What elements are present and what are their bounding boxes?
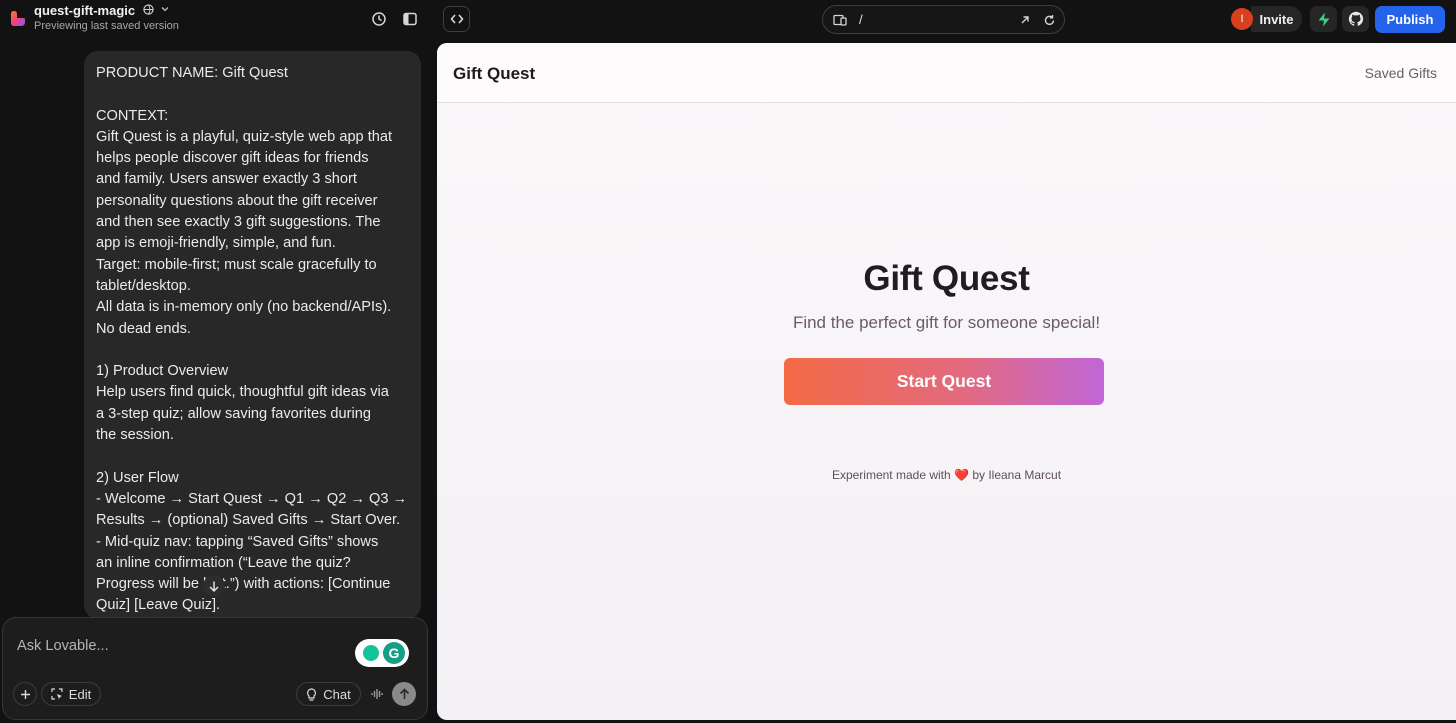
footer-text-after: by Ileana Marcut xyxy=(972,468,1062,482)
supabase-icon xyxy=(1318,12,1329,26)
chat-label: Chat xyxy=(323,686,351,702)
preview-brand[interactable]: Gift Quest xyxy=(453,64,535,84)
url-path[interactable]: / xyxy=(859,12,863,27)
arrow-up-icon xyxy=(399,688,409,699)
add-attachment-button[interactable] xyxy=(13,682,37,706)
footer-credit: Experiment made with ❤️ by Ileana Marcut xyxy=(437,468,1456,482)
message-line: Quiz] [Leave Quiz]. xyxy=(96,597,221,614)
invite-label: Invite xyxy=(1259,11,1294,27)
edit-label: Edit xyxy=(68,686,92,702)
message-line: the session. xyxy=(96,427,174,444)
refresh-icon[interactable] xyxy=(1042,13,1056,27)
device-toggle-icon[interactable] xyxy=(833,13,847,27)
message-line: 1) Product Overview xyxy=(96,363,229,380)
grammarly-icon[interactable]: G xyxy=(383,642,405,664)
app-preview: Gift Quest Saved Gifts Gift Quest Find t… xyxy=(437,43,1456,720)
code-view-button[interactable] xyxy=(443,6,470,32)
message-line: helps people discover gift ideas for fri… xyxy=(96,150,369,167)
code-icon xyxy=(450,14,463,24)
globe-icon xyxy=(143,4,154,15)
edit-mode-button[interactable]: Edit xyxy=(41,682,101,706)
message-line: Results → (optional) Saved Gifts → Start… xyxy=(96,512,401,529)
open-external-icon[interactable] xyxy=(1018,13,1032,27)
message-line: personality questions about the gift rec… xyxy=(96,192,378,209)
select-cursor-icon xyxy=(51,688,63,700)
chat-mode-button[interactable]: Chat xyxy=(296,682,361,706)
lightbulb-icon xyxy=(307,687,317,701)
grammarly-widget[interactable]: G xyxy=(355,639,409,667)
send-button[interactable] xyxy=(392,682,416,706)
lovable-logo-icon[interactable] xyxy=(9,10,26,27)
publish-button[interactable]: Publish xyxy=(1375,6,1445,33)
message-line: CONTEXT: xyxy=(96,107,169,124)
supabase-button[interactable] xyxy=(1310,6,1337,32)
project-name[interactable]: quest-gift-magic xyxy=(34,3,135,18)
message-line: All data is in-memory only (no backend/A… xyxy=(96,299,392,316)
message-line: PRODUCT NAME: Gift Quest xyxy=(96,65,288,81)
github-button[interactable] xyxy=(1342,6,1369,32)
heart-icon: ❤️ xyxy=(954,468,969,482)
message-line: tablet/desktop. xyxy=(96,277,191,294)
hero-subtitle: Find the perfect gift for someone specia… xyxy=(792,313,1101,332)
top-bar: quest-gift-magic Previewing last saved v… xyxy=(0,0,1456,42)
hero-title: Gift Quest xyxy=(863,259,1030,298)
message-line: - Mid-quiz nav: tapping “Saved Gifts” sh… xyxy=(96,533,379,550)
saved-gifts-link[interactable]: Saved Gifts xyxy=(1365,65,1437,81)
footer-text-before: Experiment made with xyxy=(831,468,951,482)
arrow-down-icon xyxy=(209,581,219,592)
sidebar-toggle-icon[interactable] xyxy=(401,10,419,28)
message-line: Progress will be lost.”) with actions: [… xyxy=(96,576,391,593)
github-icon xyxy=(1348,11,1363,26)
message-line: and then see exactly 3 gift suggestions.… xyxy=(96,214,381,231)
preview-url-bar[interactable]: / xyxy=(822,5,1065,34)
start-quest-button[interactable]: Start Quest xyxy=(784,358,1104,405)
scroll-down-button[interactable] xyxy=(203,575,225,597)
history-icon[interactable] xyxy=(370,10,388,28)
message-line: a 3-step quiz; allow saving favorites du… xyxy=(96,405,371,422)
message-line: - Welcome → Start Quest → Q1 → Q2 → Q3 → xyxy=(96,490,408,507)
avatar[interactable]: I xyxy=(1231,8,1253,30)
chat-input[interactable] xyxy=(17,635,347,657)
project-subtitle: Previewing last saved version xyxy=(34,20,179,32)
message-line: No dead ends. xyxy=(96,320,191,337)
message-line xyxy=(96,340,414,361)
preview-header: Gift Quest Saved Gifts xyxy=(437,43,1456,103)
voice-input-icon[interactable] xyxy=(368,685,386,703)
message-line: app is emoji-friendly, simple, and fun. xyxy=(96,235,336,252)
message-line: Target: mobile-first; must scale gracefu… xyxy=(96,256,377,273)
user-message-bubble: PRODUCT NAME: Gift Quest CONTEXT: Gift Que… xyxy=(84,51,421,619)
start-quest-label: Start Quest xyxy=(896,371,992,391)
message-line: an inline confirmation (“Leave the quiz? xyxy=(96,554,351,571)
message-line: and family. Users answer exactly 3 short xyxy=(96,171,357,188)
message-line: 2) User Flow xyxy=(96,469,179,486)
message-text: PRODUCT NAME: Gift Quest CONTEXT: Gift Que… xyxy=(96,63,414,617)
grammarly-assist-icon[interactable] xyxy=(363,645,379,661)
invite-button[interactable]: Invite xyxy=(1251,6,1302,32)
message-line xyxy=(96,446,414,467)
message-line xyxy=(96,84,414,105)
chevron-down-icon[interactable] xyxy=(160,4,170,14)
plus-icon xyxy=(20,689,30,699)
message-line: Gift Quest is a playful, quiz-style web … xyxy=(96,128,393,145)
message-line: Help users find quick, thoughtful gift i… xyxy=(96,384,389,401)
